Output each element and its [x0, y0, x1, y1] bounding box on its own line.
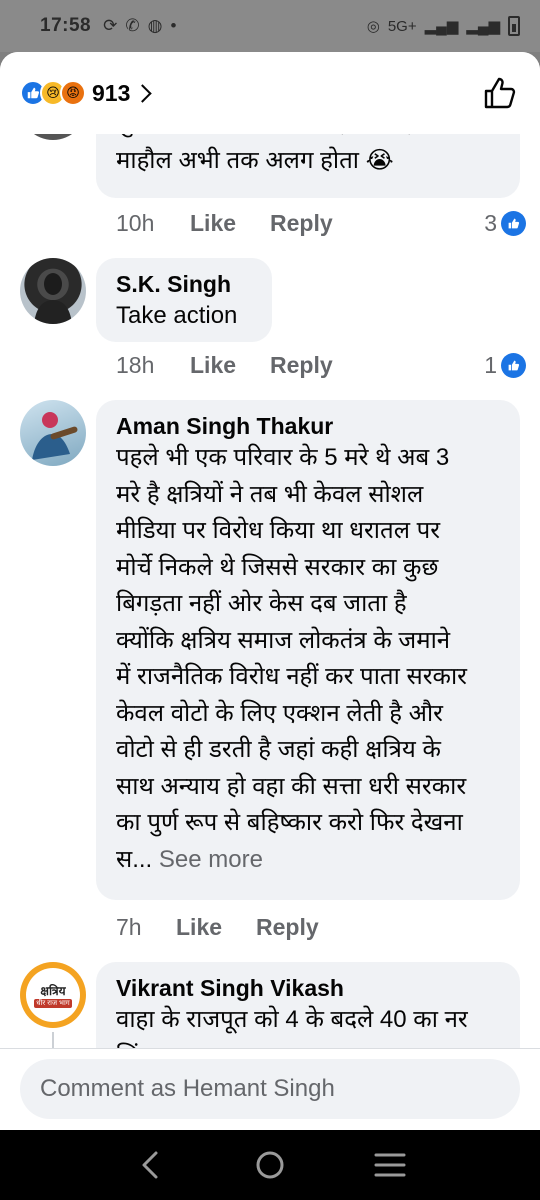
comment-line: का पुर्ण रूप से बहिष्कार करो फिर देखना	[116, 809, 463, 836]
like-outline-icon[interactable]	[480, 73, 520, 113]
comment-line: में राजनैतिक विरोध नहीं कर पाता सरकार	[116, 663, 467, 690]
comment-text-partial: लिं का क	[116, 1039, 500, 1049]
like-count[interactable]: 1	[484, 352, 526, 379]
like-reaction-icon	[501, 352, 526, 378]
avatar[interactable]	[20, 258, 86, 324]
battery-icon	[508, 16, 520, 36]
see-more-link[interactable]: See more	[159, 846, 263, 873]
comment-author[interactable]: Vikrant Singh Vikash	[116, 974, 500, 1002]
like-button[interactable]: Like	[190, 352, 236, 379]
like-button[interactable]: Like	[176, 914, 222, 941]
comment-bubble[interactable]: Vikrant Singh Vikash वाहा के राजपूत को 4…	[96, 962, 520, 1048]
comment-bubble[interactable]: Aman Singh Thakur पहले भी एक परिवार के 5…	[96, 400, 520, 900]
comment-line: मरे है क्षत्रियों ने तब भी केवल सोशल	[116, 480, 424, 508]
vpn-icon: ◍	[147, 16, 163, 35]
comment-text: वाहा के राजपूत को 4 के बदले 40 का नर	[116, 1006, 468, 1033]
home-icon[interactable]	[250, 1145, 290, 1185]
like-button[interactable]: Like	[190, 210, 236, 237]
thread-line	[52, 1032, 54, 1048]
comment-line: पहले भी एक परिवार के 5 मरे थे अब 3	[116, 444, 450, 471]
comment-text: Take action	[116, 302, 238, 329]
comment-truncated-text: स...	[116, 845, 153, 873]
like-count[interactable]: 3	[484, 210, 526, 237]
back-icon[interactable]	[130, 1145, 170, 1185]
like-reaction-icon	[501, 210, 526, 236]
hotspot-icon: ◎	[366, 18, 380, 35]
comment-time: 10h	[116, 209, 155, 236]
comment-actions: 18h Like Reply 1	[116, 350, 526, 380]
signal-icon: ▂▄▆	[424, 18, 459, 35]
comment-bubble[interactable]: S.K. Singh Take action	[96, 258, 272, 342]
angry-reaction-icon: 😡	[60, 80, 86, 106]
avatar[interactable]: क्षत्रिय धीर राज भाग	[20, 962, 86, 1028]
status-bar: 17:58 ⟳ ✆ ◍ • ◎ 5G+ ▂▄▆ ▂▄▆	[0, 0, 540, 52]
comment-text-partial: सुधार गया था पाया उस नहा फिर हाता ता	[116, 134, 500, 143]
recents-menu-icon[interactable]	[370, 1145, 410, 1185]
status-time: 17:58	[40, 15, 92, 36]
reactions-header[interactable]: 😢 😡 913	[0, 52, 540, 134]
system-nav-bar	[0, 1130, 540, 1200]
comment-line: मीडिया पर विरोध किया था धरातल पर	[116, 517, 441, 544]
avatar[interactable]	[20, 134, 86, 140]
comment-actions: 10h Like Reply 3	[116, 208, 526, 238]
avatar-inner: क्षत्रिय धीर राज भाग	[26, 968, 80, 1022]
reply-button[interactable]: Reply	[256, 914, 319, 941]
reaction-count[interactable]: 913	[92, 80, 130, 107]
comment-author[interactable]: S.K. Singh	[116, 270, 252, 298]
comment-line: साथ अन्याय हो वहा की सत्ता धरी सरकार	[116, 772, 467, 800]
reaction-icons: 😢 😡	[20, 80, 86, 106]
comment-line: वोटो से ही डरती है जहां कही क्षत्रिय के	[116, 736, 441, 763]
comment-time: 7h	[116, 913, 142, 940]
comment-line: केवल वोटो के लिए एक्शन लेती है और	[116, 699, 443, 727]
comment-text: माहौल अभी तक अलग होता 😭	[116, 146, 394, 174]
comment-bubble[interactable]: सुधार गया था पाया उस नहा फिर हाता ता माह…	[96, 134, 520, 198]
signal-2-icon: ▂▄▆	[466, 18, 500, 35]
comment-input[interactable]	[20, 1059, 520, 1119]
reply-button[interactable]: Reply	[270, 210, 333, 237]
avatar-text: क्षत्रिय	[40, 984, 66, 998]
like-count-value: 1	[484, 351, 497, 378]
sync-icon: ⟳	[103, 16, 118, 35]
like-count-value: 3	[484, 209, 497, 236]
reply-button[interactable]: Reply	[270, 352, 333, 379]
chevron-right-icon[interactable]	[133, 83, 153, 103]
comment-list: सुधार गया था पाया उस नहा फिर हाता ता माह…	[0, 134, 540, 1048]
avatar[interactable]	[20, 400, 86, 466]
comment-actions: 7h Like Reply	[116, 912, 526, 942]
comment-composer	[0, 1048, 540, 1130]
dot-icon: •	[170, 16, 177, 35]
network-label: 5G+	[387, 17, 417, 35]
comments-sheet: 😢 😡 913 सुधार गया था पाया उस नहा फिर हात…	[0, 52, 540, 1130]
whatsapp-icon: ✆	[125, 16, 140, 35]
comment-line-last: स... See more	[116, 842, 500, 879]
comment-author[interactable]: Aman Singh Thakur	[116, 412, 500, 440]
comment-line: बिगड़ता नहीं ओर केस दब जाता है	[116, 590, 407, 617]
avatar-subtext: धीर राज भाग	[34, 999, 72, 1008]
comment-time: 18h	[116, 351, 155, 378]
comment-line: क्योंकि क्षत्रिय समाज लोकतंत्र के जमाने	[116, 626, 451, 654]
comment-line: मोर्चे निकले थे जिससे सरकार का कुछ	[116, 553, 439, 581]
